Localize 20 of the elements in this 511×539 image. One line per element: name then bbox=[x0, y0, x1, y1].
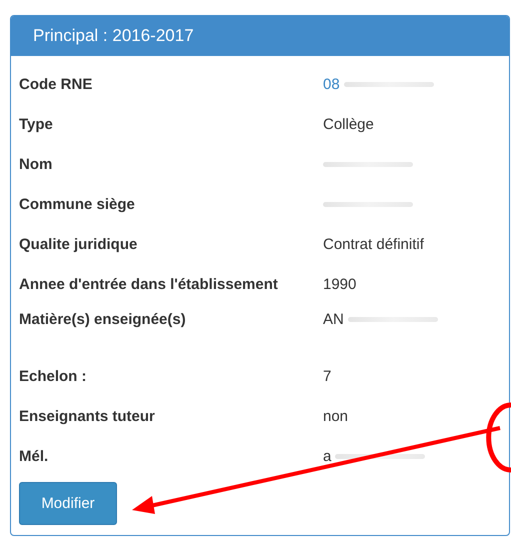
field-label: Qualite juridique bbox=[19, 236, 138, 252]
field-label: Commune siège bbox=[19, 196, 136, 212]
field-value: Collège bbox=[323, 116, 374, 132]
field-value: Contrat définitif bbox=[323, 236, 424, 252]
field-value: 7 bbox=[323, 368, 332, 384]
modify-button[interactable]: Modifier bbox=[19, 482, 117, 525]
field-value: a bbox=[323, 448, 332, 464]
field-label: Code RNE bbox=[19, 76, 94, 92]
field-label: Type bbox=[19, 116, 54, 132]
field-label: Mél. bbox=[19, 448, 50, 464]
field-label: Enseignants tuteur bbox=[19, 408, 156, 424]
field-value: non bbox=[323, 408, 348, 424]
field-value: AN bbox=[323, 311, 344, 328]
field-label: Matière(s) enseignée(s) bbox=[19, 311, 187, 328]
field-label: Echelon : bbox=[19, 368, 88, 384]
field-label: Annee d'entrée dans l'établissement bbox=[19, 276, 279, 292]
field-value: 1990 bbox=[323, 276, 356, 292]
field-link[interactable]: 08 bbox=[323, 76, 340, 92]
panel-title: Principal : 2016-2017 bbox=[33, 26, 194, 46]
field-label: Nom bbox=[19, 156, 54, 172]
